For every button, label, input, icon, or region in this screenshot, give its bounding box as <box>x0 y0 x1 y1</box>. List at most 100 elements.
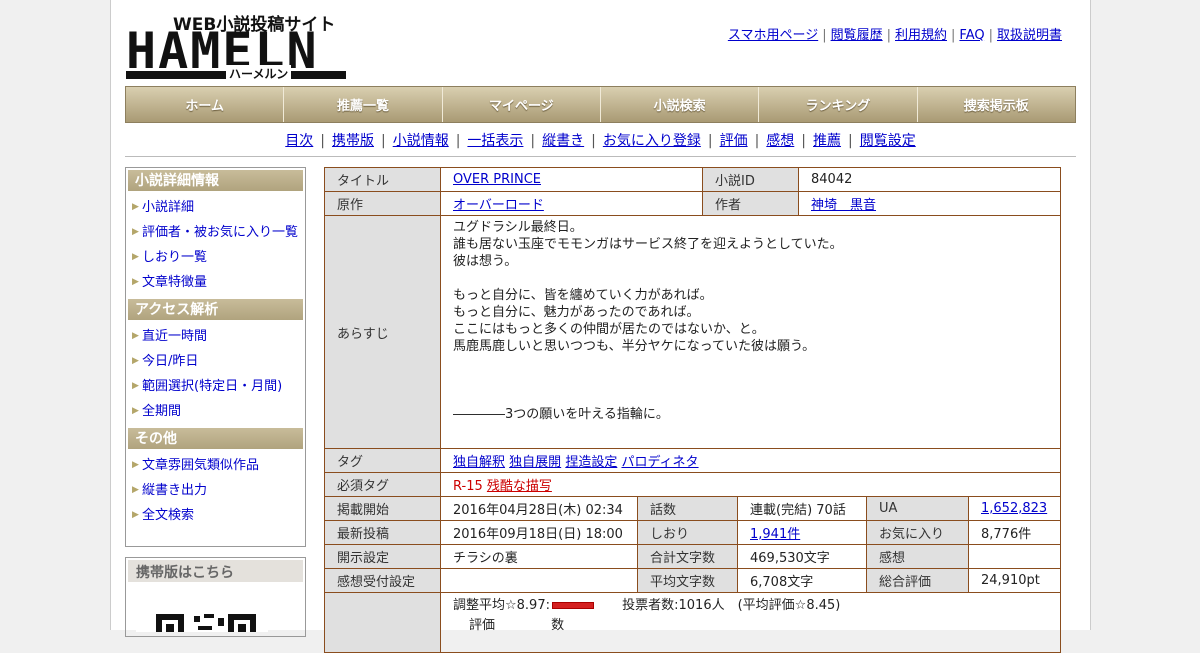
sidebar-section-title: 小説詳細情報 <box>128 170 303 191</box>
subnav-add-favorite[interactable]: お気に入り登録 <box>603 133 701 149</box>
novel-subnav: 目次 | 携帯版 | 小説情報 | 一括表示 | 縦書き | お気に入り登録 | 評価 | 感想 | 推薦 | 閲覧… <box>125 130 1076 150</box>
sidebar-item-raters[interactable]: ▶ 評価者・被お気に入り一覧 <box>128 220 303 245</box>
vote-count: 投票者数:1016人 (平均評価☆8.45) <box>622 598 841 613</box>
table-row: 最新投稿 2016年09月18日(日) 18:00 しおり 1,941件 お気に… <box>324 520 1061 545</box>
sidebar-link[interactable]: 全期間 <box>142 404 181 419</box>
page: WEB小説投稿サイト HAMELN ハーメルン スマホ用ページ | 閲覧履歴 | 利用規… <box>110 0 1091 653</box>
subnav-view-settings[interactable]: 閲覧設定 <box>860 133 916 149</box>
nav-novel-search[interactable]: 小説検索 <box>601 87 760 122</box>
triangle-icon: ▶ <box>132 277 139 287</box>
subnav-toc[interactable]: 目次 <box>285 133 313 149</box>
tag-link[interactable]: パロディネタ <box>621 455 698 470</box>
stat-value: 連載(完結) 70話 <box>737 496 867 521</box>
author-label: 作者 <box>702 191 799 216</box>
table-row: 原作 オーバーロード 作者 神埼 黒音 <box>324 191 1061 216</box>
sidebar-item-text-features[interactable]: ▶ 文章特徴量 <box>128 270 303 295</box>
nav-search-board[interactable]: 捜索掲示板 <box>918 87 1075 122</box>
sidebar-link[interactable]: 範囲選択(特定日・月間) <box>142 379 282 394</box>
manual-link[interactable]: 取扱説明書 <box>997 28 1062 43</box>
top-links: スマホ用ページ | 閲覧履歴 | 利用規約 | FAQ | 取扱説明書 <box>728 24 1062 43</box>
hameln-logo[interactable]: WEB小説投稿サイト HAMELN ハーメルン <box>126 10 346 82</box>
table-row: 開示設定 チラシの裏 合計文字数 469,530文字 感想 <box>324 544 1061 569</box>
stats-table: 掲載開始 2016年04月28日(木) 02:34 話数 連載(完結) 70話 … <box>324 496 1061 593</box>
triangle-icon: ▶ <box>132 252 139 262</box>
stat-value: 6,708文字 <box>737 568 867 593</box>
novel-info: タイトル OVER PRINCE 小説ID 84042 原作 オーバーロード 作… <box>324 167 1061 653</box>
faq-link[interactable]: FAQ <box>959 28 984 43</box>
separator: | <box>988 28 993 43</box>
rating-summary: 調整平均☆8.97: 投票者数:1016人 (平均評価☆8.45) <box>453 596 1048 616</box>
sidebar-item-fulltext-search[interactable]: ▶ 全文検索 <box>128 503 303 528</box>
stat-label: 感想 <box>866 544 969 569</box>
terms-link[interactable]: 利用規約 <box>895 28 947 43</box>
synopsis-label: あらすじ <box>324 215 441 449</box>
sidebar-item-novel-detail[interactable]: ▶ 小説詳細 <box>128 195 303 220</box>
sidebar-item-today-yesterday[interactable]: ▶ 今日/昨日 <box>128 349 303 374</box>
ua-link[interactable]: 1,652,823 <box>981 501 1047 516</box>
nav-recommendations[interactable]: 推薦一覧 <box>284 87 443 122</box>
tag-link[interactable]: 独自解釈 <box>453 455 505 470</box>
sidebar-link[interactable]: 今日/昨日 <box>142 354 198 369</box>
tag-link[interactable]: 独自展開 <box>509 455 561 470</box>
sidebar-link[interactable]: 直近一時間 <box>142 329 207 344</box>
info-table: タイトル OVER PRINCE 小説ID 84042 原作 オーバーロード 作… <box>324 167 1061 497</box>
r15-tag: R-15 <box>453 479 483 494</box>
sidebar-item-bookmarks[interactable]: ▶ しおり一覧 <box>128 245 303 270</box>
title-link[interactable]: OVER PRINCE <box>453 172 541 187</box>
nav-home[interactable]: ホーム <box>126 87 285 122</box>
table-row: 感想受付設定 平均文字数 6,708文字 総合評価 24,910pt <box>324 568 1061 593</box>
rating-header: 評価 数 <box>453 616 1048 636</box>
bookmark-count-link[interactable]: 1,941件 <box>750 527 800 542</box>
sidebar-link[interactable]: 文章雰囲気類似作品 <box>142 458 259 473</box>
rating-table: 調整平均☆8.97: 投票者数:1016人 (平均評価☆8.45) 評価 数 <box>324 592 1061 653</box>
smartphone-page-link[interactable]: スマホ用ページ <box>728 28 818 43</box>
sidebar-link[interactable]: 評価者・被お気に入り一覧 <box>142 225 298 240</box>
sidebar-item-vertical-output[interactable]: ▶ 縦書き出力 <box>128 478 303 503</box>
subnav-reviews[interactable]: 感想 <box>766 133 794 149</box>
adjusted-average: 調整平均☆8.97: <box>453 598 550 613</box>
sidebar-link[interactable]: 縦書き出力 <box>142 483 207 498</box>
sidebar-item-range[interactable]: ▶ 範囲選択(特定日・月間) <box>128 374 303 399</box>
novel-id-value: 84042 <box>798 167 1061 192</box>
nav-ranking[interactable]: ランキング <box>759 87 918 122</box>
sidebar-link[interactable]: 小説詳細 <box>142 200 194 215</box>
rating-col-label: 評価 <box>469 618 496 633</box>
separator: | <box>707 133 713 149</box>
stat-value: 469,530文字 <box>737 544 867 569</box>
table-row: 調整平均☆8.97: 投票者数:1016人 (平均評価☆8.45) 評価 数 <box>324 592 1061 653</box>
qr-code-icon[interactable] <box>136 592 268 632</box>
stat-label: しおり <box>637 520 738 545</box>
sidebar-list: ▶ 文章雰囲気類似作品 ▶ 縦書き出力 ▶ 全文検索 <box>128 453 303 528</box>
subnav-recommend[interactable]: 推薦 <box>813 133 841 149</box>
history-link[interactable]: 閲覧履歴 <box>831 28 883 43</box>
sidebar-item-all-time[interactable]: ▶ 全期間 <box>128 399 303 424</box>
sidebar-section-title: アクセス解析 <box>128 299 303 320</box>
sidebar-link[interactable]: 全文検索 <box>142 508 194 523</box>
subnav-novel-info[interactable]: 小説情報 <box>393 133 449 149</box>
synopsis-line <box>453 389 1048 406</box>
subnav-show-all[interactable]: 一括表示 <box>467 133 523 149</box>
subnav-vertical[interactable]: 縦書き <box>542 133 584 149</box>
separator: | <box>530 133 536 149</box>
triangle-icon: ▶ <box>132 227 139 237</box>
nav-mypage[interactable]: マイページ <box>443 87 601 122</box>
sidebar-link[interactable]: しおり一覧 <box>142 250 207 265</box>
required-tag-link[interactable]: 残酷な描写 <box>487 479 552 494</box>
separator: | <box>848 133 853 149</box>
subnav-rate[interactable]: 評価 <box>720 133 748 149</box>
author-link[interactable]: 神埼 黒音 <box>811 198 876 213</box>
table-row: 掲載開始 2016年04月28日(木) 02:34 話数 連載(完結) 70話 … <box>324 496 1061 521</box>
sidebar-link[interactable]: 文章特徴量 <box>142 275 207 290</box>
sidebar-item-similar[interactable]: ▶ 文章雰囲気類似作品 <box>128 453 303 478</box>
separator: | <box>822 28 827 43</box>
separator: | <box>801 133 807 149</box>
title-label: タイトル <box>324 167 441 192</box>
tag-link[interactable]: 捏造設定 <box>565 455 617 470</box>
main-nav: ホーム 推薦一覧 マイページ 小説検索 ランキング 捜索掲示板 <box>125 86 1076 123</box>
subnav-mobile[interactable]: 携帯版 <box>332 133 374 149</box>
synopsis-line: 誰も居ない玉座でモモンガはサービス終了を迎えようとしていた。 <box>453 237 843 252</box>
sidebar-item-last-hour[interactable]: ▶ 直近一時間 <box>128 324 303 349</box>
original-cell: オーバーロード <box>440 191 703 216</box>
original-work-link[interactable]: オーバーロード <box>453 198 544 213</box>
stat-value: 24,910pt <box>968 568 1061 593</box>
